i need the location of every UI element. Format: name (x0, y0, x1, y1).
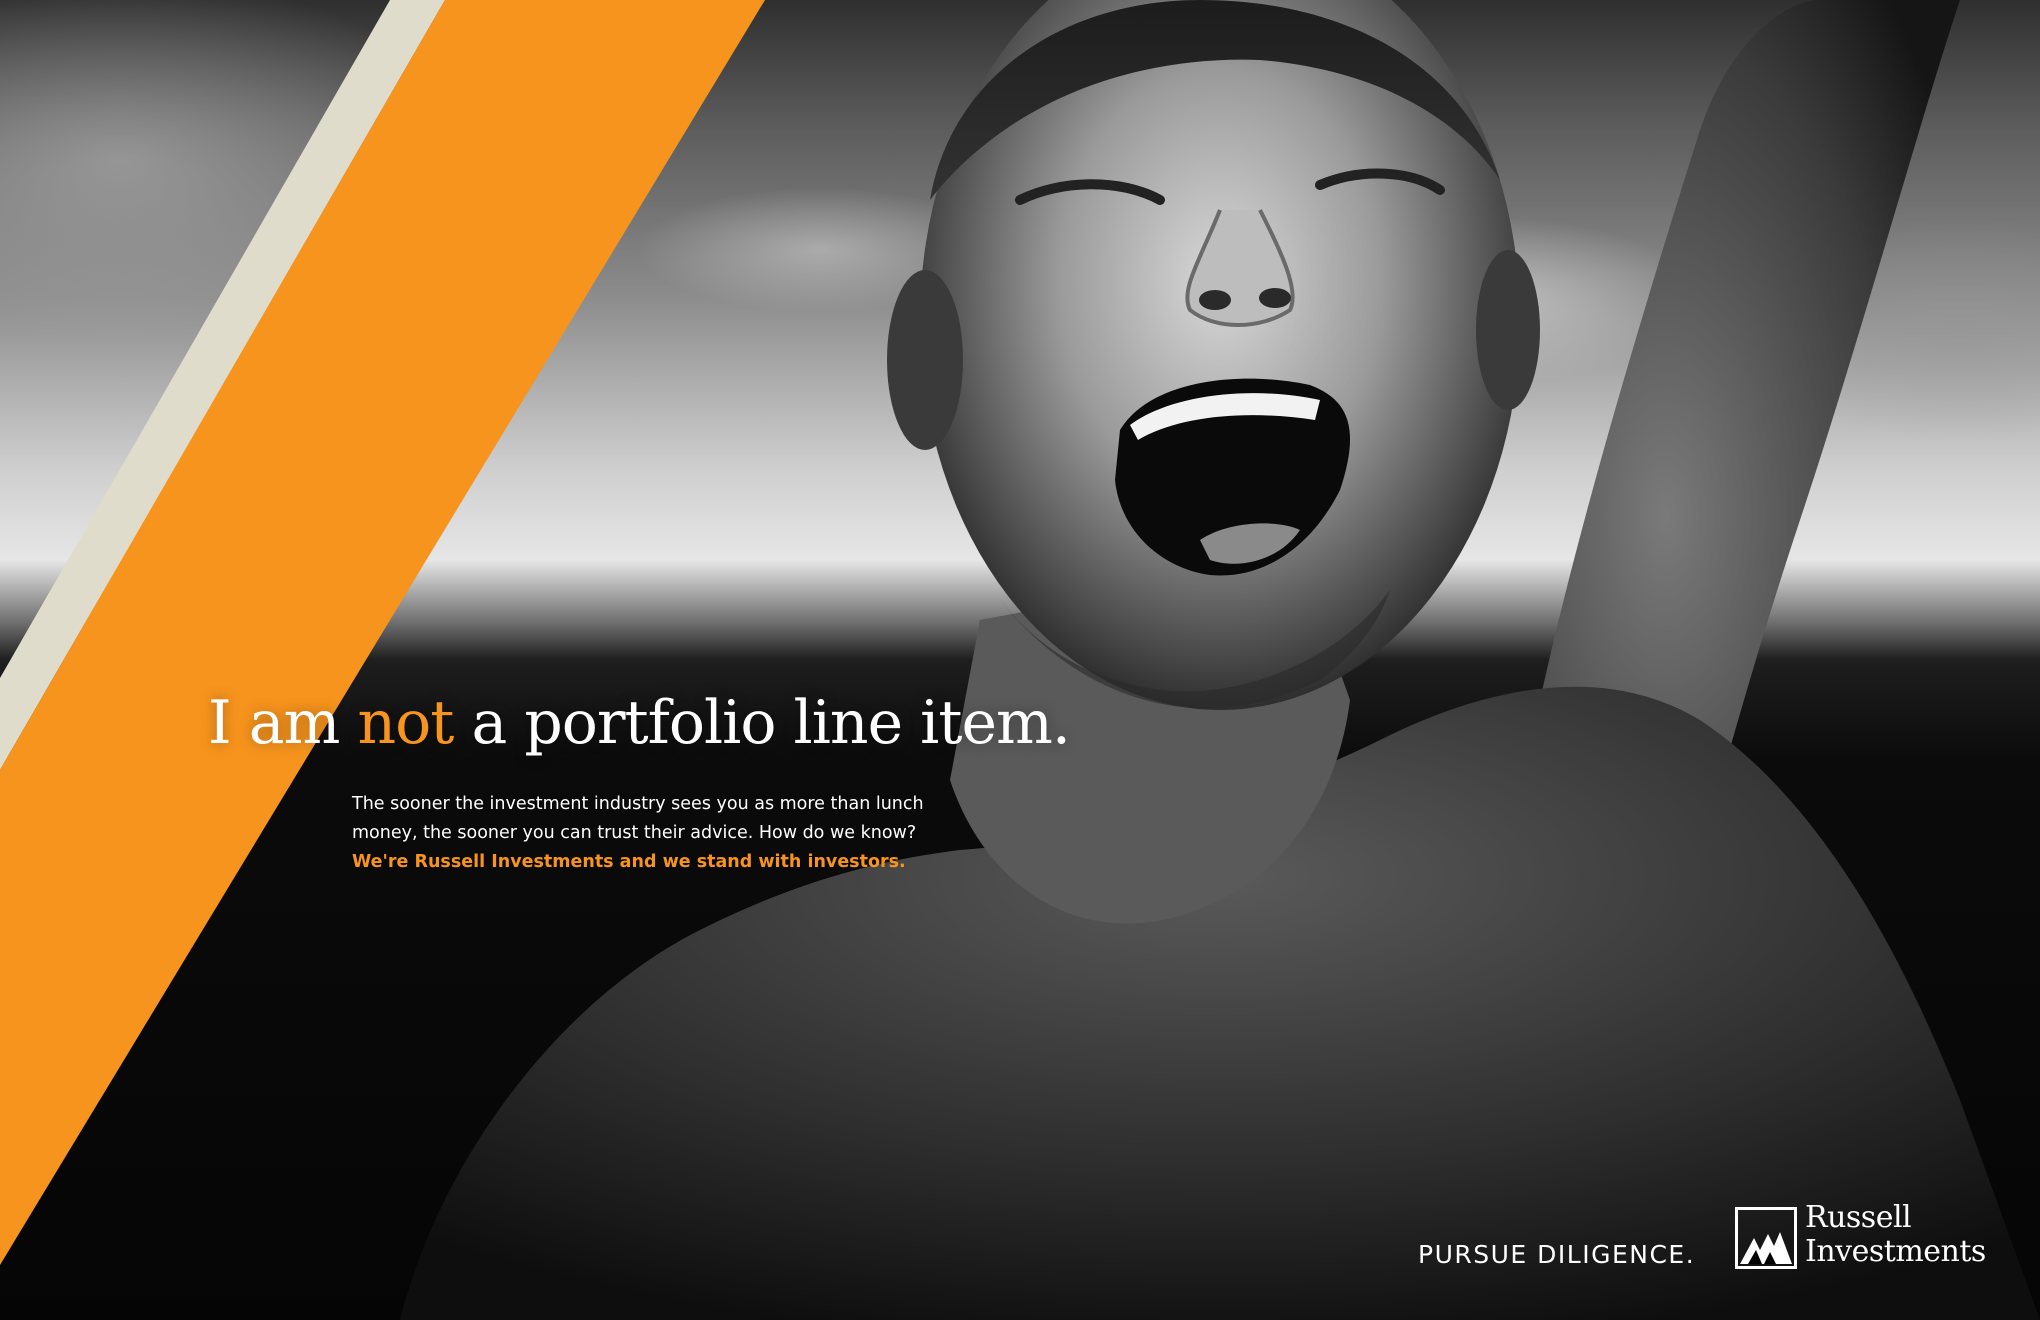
tagline: PURSUE DILIGENCE. (1418, 1240, 1696, 1269)
logo-line-2: Investments (1805, 1234, 1986, 1269)
headline-part2: a portfolio line item. (453, 688, 1070, 758)
body-line-1: The sooner the investment industry sees … (352, 794, 924, 814)
headline-accent-word: not (357, 688, 455, 758)
headline-part1: I am (208, 688, 358, 758)
logo-wordmark: Russell Investments (1805, 1201, 1986, 1269)
body-copy: The sooner the investment industry sees … (352, 790, 952, 877)
headline: I am not a portfolio line item. (208, 688, 1071, 758)
russell-investments-logo: Russell Investments (1735, 1201, 2005, 1271)
body-emphasis: We're Russell Investments and we stand w… (352, 852, 906, 872)
logo-line-1: Russell (1805, 1200, 1912, 1235)
body-line-2: money, the sooner you can trust their ad… (352, 823, 917, 843)
advertisement: I am not a portfolio line item. The soon… (0, 0, 2040, 1320)
orange-stripe (0, 0, 765, 1265)
russell-mountain-logo-icon (1735, 1207, 1797, 1269)
diagonal-stripes (0, 0, 765, 1265)
